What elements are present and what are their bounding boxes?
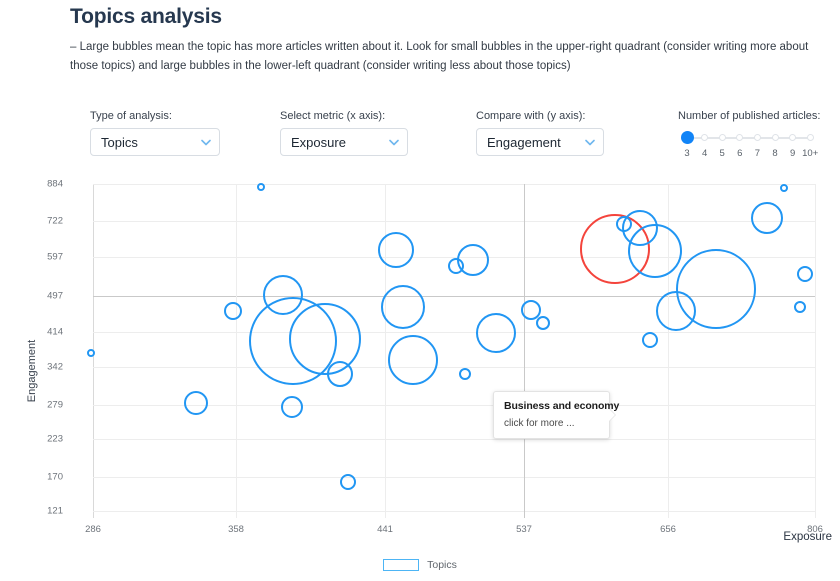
chart-bubble[interactable] [378, 232, 414, 268]
slider-dot-7[interactable] [753, 134, 761, 141]
x-axis-tick: 806 [807, 524, 823, 535]
y-metric-select[interactable]: Engagement [476, 128, 604, 156]
slider-tick-labels: 3 4 5 6 7 8 9 10+ [678, 148, 819, 162]
slider-dot-10+[interactable] [806, 134, 814, 141]
slider-tick-4: 4 [701, 148, 708, 159]
gridline-horizontal [93, 367, 815, 368]
control-articles-slider: Number of published articles: 3 4 5 6 7 8 9 10+ [678, 110, 820, 162]
chart-legend: Topics [0, 559, 840, 571]
y-axis-title: Engagement [26, 339, 38, 403]
chart-bubble[interactable] [340, 474, 356, 490]
gridline-vertical [815, 184, 816, 518]
chart-bubble[interactable] [257, 183, 265, 191]
controls-bar: Type of analysis: Topics Select metric (… [0, 110, 840, 160]
x-metric-value: Exposure [291, 134, 346, 150]
y-axis-tick: 223 [47, 433, 63, 445]
y-axis-tick: 884 [47, 178, 63, 190]
slider-tick-7: 7 [754, 148, 761, 159]
bubble-chart: Engagement Exposure 121 170 223 279 342 414 49… [0, 165, 840, 555]
x-metric-label: Select metric (x axis): [280, 110, 386, 122]
x-axis-tick: 441 [377, 524, 393, 535]
slider-dot-4[interactable] [701, 134, 709, 141]
plot-area: 121 170 223 279 342 414 497 597 722 884 286 358 441 5… [47, 179, 823, 536]
y-axis-tick: 121 [47, 505, 63, 517]
chart-bubble[interactable] [87, 349, 95, 357]
gridline-horizontal [93, 477, 815, 478]
bubble-tooltip[interactable]: Business and economy click for more ... [493, 391, 620, 439]
chart-bubble[interactable] [780, 184, 788, 192]
y-axis-tick: 342 [47, 361, 63, 373]
chart-bubble[interactable] [388, 335, 438, 385]
gridline-vertical [524, 184, 525, 518]
tooltip-subtitle: click for more ... [504, 418, 575, 429]
chevron-down-icon [585, 138, 595, 147]
slider-dot-5[interactable] [718, 134, 726, 141]
topics-analysis-page: Topics analysis – Large bubbles mean the… [0, 0, 840, 581]
gridline-vertical [236, 184, 237, 518]
legend-label-topics: Topics [427, 559, 457, 571]
slider-dot-8[interactable] [771, 134, 779, 141]
y-metric-label: Compare with (y axis): [476, 110, 586, 122]
x-axis-tick: 286 [85, 524, 101, 535]
chart-bubble[interactable] [797, 266, 813, 282]
slider-tick-10+: 10+ [802, 148, 819, 159]
chart-bubble[interactable] [327, 361, 353, 387]
chart-bubble[interactable] [642, 332, 658, 348]
gridline-horizontal [93, 332, 815, 333]
gridline-horizontal [93, 221, 815, 222]
slider-tick-6: 6 [737, 148, 743, 159]
chart-bubble[interactable] [224, 302, 242, 320]
chart-bubble[interactable] [676, 249, 756, 329]
chevron-down-icon [389, 138, 399, 147]
gridline-horizontal [93, 184, 815, 185]
chart-bubble[interactable] [794, 301, 806, 313]
control-type-of-analysis: Type of analysis: Topics [90, 110, 220, 156]
chart-bubble[interactable] [459, 368, 471, 380]
y-axis-tick: 497 [47, 290, 63, 302]
gridline-horizontal [93, 511, 815, 512]
gridline-horizontal [93, 439, 815, 440]
x-axis-tick: 358 [228, 524, 244, 535]
articles-slider-label: Number of published articles: [678, 110, 821, 122]
type-of-analysis-value: Topics [101, 134, 138, 150]
y-axis-tick: 279 [47, 399, 63, 411]
y-metric-value: Engagement [487, 134, 561, 150]
type-of-analysis-label: Type of analysis: [90, 110, 172, 122]
control-y-metric: Compare with (y axis): Engagement [476, 110, 604, 156]
control-x-metric: Select metric (x axis): Exposure [280, 110, 408, 156]
slider-dot-6[interactable] [736, 134, 744, 141]
x-axis-tick: 656 [660, 524, 676, 535]
tooltip-title: Business and economy [504, 400, 620, 412]
chart-bubble[interactable] [184, 391, 208, 415]
slider-dot-3[interactable] [680, 131, 694, 144]
y-axis-tick: 414 [47, 326, 63, 338]
page-description: – Large bubbles mean the topic has more … [70, 41, 809, 72]
chart-bubble[interactable] [476, 313, 516, 353]
x-metric-select[interactable]: Exposure [280, 128, 408, 156]
chevron-down-icon [201, 138, 211, 147]
y-axis-tick: 722 [47, 215, 63, 227]
slider-tick-3: 3 [684, 148, 690, 159]
slider-tick-5: 5 [719, 148, 725, 159]
legend-swatch-topics [383, 559, 420, 571]
type-of-analysis-select[interactable]: Topics [90, 128, 220, 156]
page-title: Topics analysis [70, 5, 222, 28]
chart-bubble[interactable] [751, 202, 783, 234]
chart-bubble[interactable] [457, 244, 489, 276]
slider-dot-9[interactable] [789, 134, 797, 141]
slider-tick-8: 8 [772, 148, 778, 159]
chart-bubble[interactable] [281, 396, 303, 418]
x-axis-tick: 537 [516, 524, 532, 535]
chart-bubble[interactable] [289, 303, 361, 375]
y-axis-tick: 170 [47, 471, 63, 483]
chart-bubble[interactable] [628, 224, 682, 278]
chart-bubble[interactable] [381, 285, 425, 329]
articles-slider[interactable] [678, 131, 815, 145]
slider-tick-9: 9 [789, 148, 796, 159]
chart-bubble[interactable] [536, 316, 550, 330]
y-axis-tick: 597 [47, 251, 63, 263]
